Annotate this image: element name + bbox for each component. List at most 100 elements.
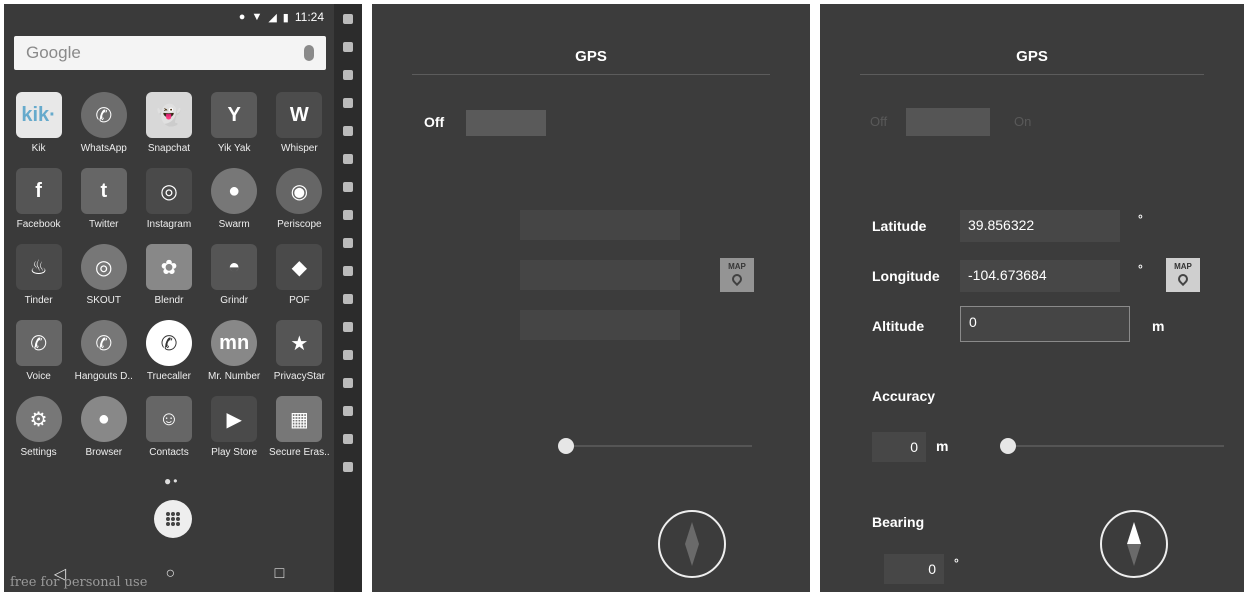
volume-up-icon[interactable] — [343, 266, 353, 276]
app-kik[interactable]: kik· Kik — [8, 92, 70, 168]
google-search-bar[interactable]: Google — [14, 36, 326, 70]
bearing-input[interactable]: 0 — [884, 554, 944, 584]
menu-tool-icon[interactable] — [343, 406, 353, 416]
gps-toggle-on-label: On — [1014, 114, 1032, 129]
app-row: ✆ Voice ✆ Hangouts D.. ✆ Truecaller mn Mr. Numb… — [6, 320, 332, 396]
battery-tool-icon[interactable] — [343, 42, 353, 52]
watermark-text: free for personal use — [10, 575, 148, 590]
location-icon: ● — [238, 11, 246, 23]
id-tool-icon[interactable] — [343, 210, 353, 220]
map-button[interactable]: MAP — [720, 258, 754, 292]
app-yik-yak[interactable]: Y Yik Yak — [203, 92, 265, 168]
media-tool-icon[interactable] — [343, 238, 353, 248]
battery-icon: ▮ — [282, 11, 289, 24]
accuracy-slider-track[interactable] — [1004, 445, 1224, 447]
app-whatsapp[interactable]: ✆ WhatsApp — [73, 92, 135, 168]
phone-tool-icon[interactable] — [343, 154, 353, 164]
altitude-input[interactable]: 0 — [960, 306, 1130, 342]
app-settings[interactable]: ⚙ Settings — [8, 396, 70, 472]
latitude-label: Latitude — [872, 218, 927, 234]
latitude-input[interactable]: 39.856322 — [960, 210, 1120, 242]
emulator-toolbar — [334, 4, 362, 592]
app-whisper[interactable]: W Whisper — [268, 92, 330, 168]
app-label: Periscope — [277, 219, 322, 230]
page-title: GPS — [1016, 48, 1048, 65]
longitude-label: Longitude — [872, 268, 940, 284]
app-pof[interactable]: ◆ POF — [268, 244, 330, 320]
longitude-unit: ° — [1138, 262, 1143, 276]
gps-panel-enabled: GPS Off On Latitude 39.856322 ° Longitud… — [820, 4, 1244, 592]
app-voice[interactable]: ✆ Voice — [8, 320, 70, 396]
network-tool-icon[interactable] — [343, 126, 353, 136]
app-icon: f — [15, 168, 62, 214]
app-twitter[interactable]: t Twitter — [73, 168, 135, 244]
page-indicator: ●• — [164, 474, 180, 488]
volume-down-icon[interactable] — [343, 294, 353, 304]
app-browser[interactable]: ● Browser — [73, 396, 135, 472]
app-mr-number[interactable]: mn Mr. Number — [203, 320, 265, 396]
rotate-icon[interactable] — [343, 322, 353, 332]
accuracy-unit: m — [936, 438, 949, 454]
app-play-store[interactable]: ▶ Play Store — [203, 396, 265, 472]
gps-toggle-label: Off — [424, 114, 445, 130]
app-hangouts-d[interactable]: ✆ Hangouts D.. — [73, 320, 135, 396]
app-label: POF — [289, 295, 310, 306]
app-secure-eras[interactable]: ▦ Secure Eras.. — [268, 396, 330, 472]
accuracy-input[interactable]: 0 — [872, 432, 926, 462]
app-truecaller[interactable]: ✆ Truecaller — [138, 320, 200, 396]
power-icon[interactable] — [343, 462, 353, 472]
camera-tool-icon[interactable] — [343, 98, 353, 108]
app-periscope[interactable]: ◉ Periscope — [268, 168, 330, 244]
accuracy-slider-knob[interactable] — [558, 438, 574, 454]
app-icon: ▶ — [211, 396, 258, 442]
compass-icon[interactable] — [1100, 510, 1168, 578]
divider — [860, 74, 1204, 75]
app-grindr[interactable]: ◓ Grindr — [203, 244, 265, 320]
app-icon: ✆ — [15, 320, 62, 366]
accuracy-slider-track[interactable] — [562, 445, 752, 447]
recents-button[interactable]: □ — [275, 565, 285, 583]
app-label: PrivacyStar — [273, 371, 325, 382]
app-blendr[interactable]: ✿ Blendr — [138, 244, 200, 320]
app-label: Play Store — [211, 447, 258, 458]
app-label: Tinder — [24, 295, 53, 306]
app-facebook[interactable]: f Facebook — [8, 168, 70, 244]
compass-icon[interactable] — [658, 510, 726, 578]
app-label: Snapchat — [147, 143, 191, 154]
app-icon: ◎ — [145, 168, 192, 214]
app-icon: ◎ — [80, 244, 127, 290]
gps-toggle-switch[interactable] — [466, 110, 546, 136]
bearing-label: Bearing — [872, 514, 925, 530]
home-tool-icon[interactable] — [343, 434, 353, 444]
home-button[interactable]: ○ — [165, 565, 175, 583]
toolbar-tool-icon[interactable] — [343, 14, 353, 24]
app-snapchat[interactable]: 👻 Snapchat — [138, 92, 200, 168]
gps-toggle-switch[interactable] — [906, 108, 990, 136]
app-contacts[interactable]: ☺ Contacts — [138, 396, 200, 472]
app-label: Yik Yak — [217, 143, 251, 154]
app-instagram[interactable]: ◎ Instagram — [138, 168, 200, 244]
app-row: ⚙ Settings ● Browser ☺ Contacts ▶ Play Store ▦ Se… — [6, 396, 332, 472]
app-icon: Y — [211, 92, 258, 138]
altitude-label: Altitude — [872, 318, 925, 334]
app-skout[interactable]: ◎ SKOUT — [73, 244, 135, 320]
app-grid: kik· Kik ✆ WhatsApp 👻 Snapchat Y Yik Yak W Whispe… — [6, 92, 332, 472]
back-tool-icon[interactable] — [343, 350, 353, 360]
gps-tool-icon[interactable] — [343, 70, 353, 80]
sms-tool-icon[interactable] — [343, 182, 353, 192]
app-row: ♨ Tinder ◎ SKOUT ✿ Blendr ◓ Grindr ◆ POF — [6, 244, 332, 320]
app-label: Settings — [20, 447, 57, 458]
gps-panel-disabled: GPS Off MAP — [372, 4, 810, 592]
map-button[interactable]: MAP — [1166, 258, 1200, 292]
app-drawer-button[interactable] — [154, 500, 192, 538]
status-time: 11:24 — [294, 10, 324, 24]
app-tinder[interactable]: ♨ Tinder — [8, 244, 70, 320]
accuracy-slider-knob[interactable] — [1000, 438, 1016, 454]
microphone-icon[interactable] — [304, 45, 314, 61]
app-icon: ✆ — [80, 92, 127, 138]
longitude-input[interactable]: -104.673684 — [960, 260, 1120, 292]
recents-tool-icon[interactable] — [343, 378, 353, 388]
app-icon: ☺ — [145, 396, 192, 442]
app-swarm[interactable]: ● Swarm — [203, 168, 265, 244]
app-privacystar[interactable]: ★ PrivacyStar — [268, 320, 330, 396]
